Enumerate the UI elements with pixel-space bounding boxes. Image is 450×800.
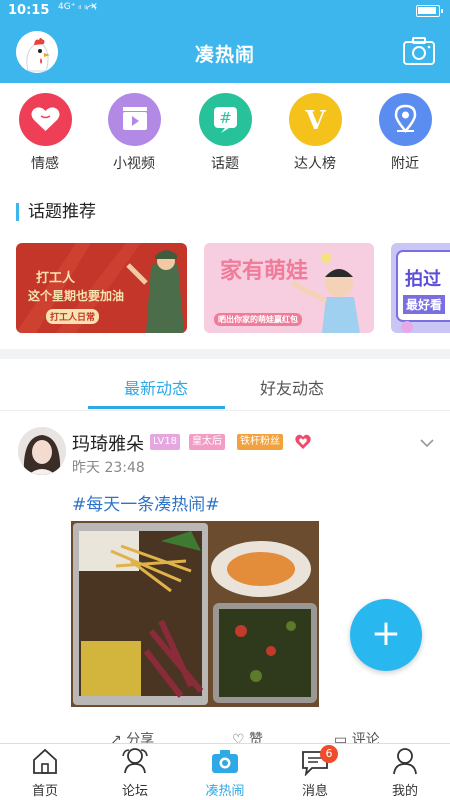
title-badge: 皇太后 — [189, 434, 225, 450]
status-bar: 10:15 4G⁺ ᵢₗ ᵢₗ ✕ ◠ — [0, 0, 450, 22]
camera-icon — [210, 746, 240, 776]
banner-tag: 晒出你家的萌娃赢红包 — [214, 313, 302, 326]
tab-indicator — [88, 406, 225, 409]
like-label: 赞 — [249, 732, 264, 743]
nav-forum[interactable]: 论坛 — [90, 744, 180, 800]
quick-links: 情感 小视频 # 话题 V 达人榜 附近 — [0, 93, 450, 178]
post-hashtag[interactable]: #每天一条凑热闹# — [72, 490, 220, 515]
section-title: 话题推荐 — [16, 203, 96, 221]
post-photo[interactable] — [71, 521, 319, 707]
v-badge-icon: V — [288, 93, 342, 146]
post-timestamp: 昨天 23:48 — [72, 460, 145, 476]
video-clapper-icon — [107, 93, 161, 146]
quick-link-emotion[interactable]: 情感 — [10, 93, 80, 173]
level-badge: LV18 — [150, 434, 181, 450]
heart-badge-icon — [294, 433, 312, 451]
nav-label: 首页 — [31, 784, 58, 799]
svg-text:#: # — [219, 109, 232, 127]
topic-banner-baby[interactable]: 家有萌娃 晒出你家的萌娃赢红包 — [204, 243, 374, 333]
heart-icon — [18, 93, 72, 146]
svg-text:V: V — [304, 106, 326, 136]
bottom-nav: 首页 论坛 凑热闹 6 消息 我的 — [0, 743, 450, 800]
app-header: 10:15 4G⁺ ᵢₗ ᵢₗ ✕ ◠ 凑热闹 — [0, 0, 450, 83]
section-separator — [0, 349, 450, 359]
banner-subtitle: 这个星期也要加油 — [28, 289, 125, 303]
like-button[interactable]: ♡ 赞 — [232, 729, 263, 743]
nav-label: 论坛 — [121, 784, 148, 799]
nav-profile[interactable]: 我的 — [360, 744, 450, 800]
like-icon: ♡ — [232, 732, 245, 743]
nav-label: 凑热闹 — [205, 784, 245, 799]
post-actions: ↗ 分享 ♡ 赞 ▭ 评论 — [0, 725, 450, 743]
status-time: 10:15 — [8, 3, 50, 18]
post-username[interactable]: 玛琦雅朵 — [72, 430, 144, 456]
hashtag-icon: # — [198, 93, 252, 146]
nav-messages[interactable]: 6 消息 — [270, 744, 360, 800]
quick-link-topic[interactable]: # 话题 — [190, 93, 260, 173]
nav-label: 消息 — [301, 784, 328, 799]
quick-link-label: 话题 — [211, 156, 239, 172]
share-icon: ↗ — [110, 732, 122, 743]
topic-banner-worker[interactable]: 打工人 这个星期也要加油 打工人日常 — [16, 243, 187, 333]
page-title: 凑热闹 — [194, 44, 255, 66]
create-post-button[interactable]: + — [350, 599, 422, 671]
quick-link-label: 情感 — [31, 156, 59, 172]
chevron-down-icon[interactable] — [420, 435, 434, 449]
share-label: 分享 — [126, 732, 155, 743]
battery-icon — [416, 5, 443, 17]
camera-icon[interactable] — [402, 36, 436, 66]
quick-link-nearby[interactable]: 附近 — [370, 93, 440, 173]
quick-link-video[interactable]: 小视频 — [99, 93, 169, 173]
feed-tabs: 最新动态 好友动态 — [0, 359, 450, 411]
nav-crowd[interactable]: 凑热闹 — [180, 744, 270, 800]
fan-badge: 铁杆粉丝 — [237, 434, 283, 450]
banner-tag: 打工人日常 — [46, 309, 100, 324]
nav-label: 我的 — [391, 784, 418, 799]
quick-link-label: 附近 — [391, 156, 419, 172]
forum-icon — [120, 746, 150, 776]
comment-icon: ▭ — [334, 732, 348, 743]
share-button[interactable]: ↗ 分享 — [110, 729, 154, 743]
home-icon — [30, 746, 60, 776]
tab-friends[interactable]: 好友动态 — [260, 375, 324, 399]
unread-badge: 6 — [320, 745, 338, 763]
wifi-icon: ◠ — [86, 2, 97, 16]
banner-title: 家有萌娃 — [220, 259, 309, 284]
quick-link-label: 小视频 — [113, 156, 155, 172]
avatar[interactable] — [18, 427, 66, 475]
banner-title: 拍过 — [405, 269, 441, 290]
main-content: 情感 小视频 # 话题 V 达人榜 附近 话题推荐 打工人 这个星期也要加油 打… — [0, 83, 450, 743]
location-pin-icon — [378, 93, 432, 146]
nav-home[interactable]: 首页 — [0, 744, 90, 800]
quick-link-ranking[interactable]: V 达人榜 — [280, 93, 350, 173]
comment-button[interactable]: ▭ 评论 — [334, 729, 380, 743]
topic-banner-photo[interactable]: 拍过 最好看 — [391, 243, 450, 333]
topic-banners: 打工人 这个星期也要加油 打工人日常 家有萌娃 晒出你家的萌娃赢红包 拍过 最好… — [16, 243, 450, 333]
tab-latest[interactable]: 最新动态 — [124, 375, 188, 399]
profile-icon — [390, 746, 420, 776]
quick-link-label: 达人榜 — [294, 156, 336, 172]
banner-subtitle: 最好看 — [403, 295, 446, 314]
comment-label: 评论 — [351, 732, 380, 743]
banner-title: 打工人 — [36, 271, 76, 286]
